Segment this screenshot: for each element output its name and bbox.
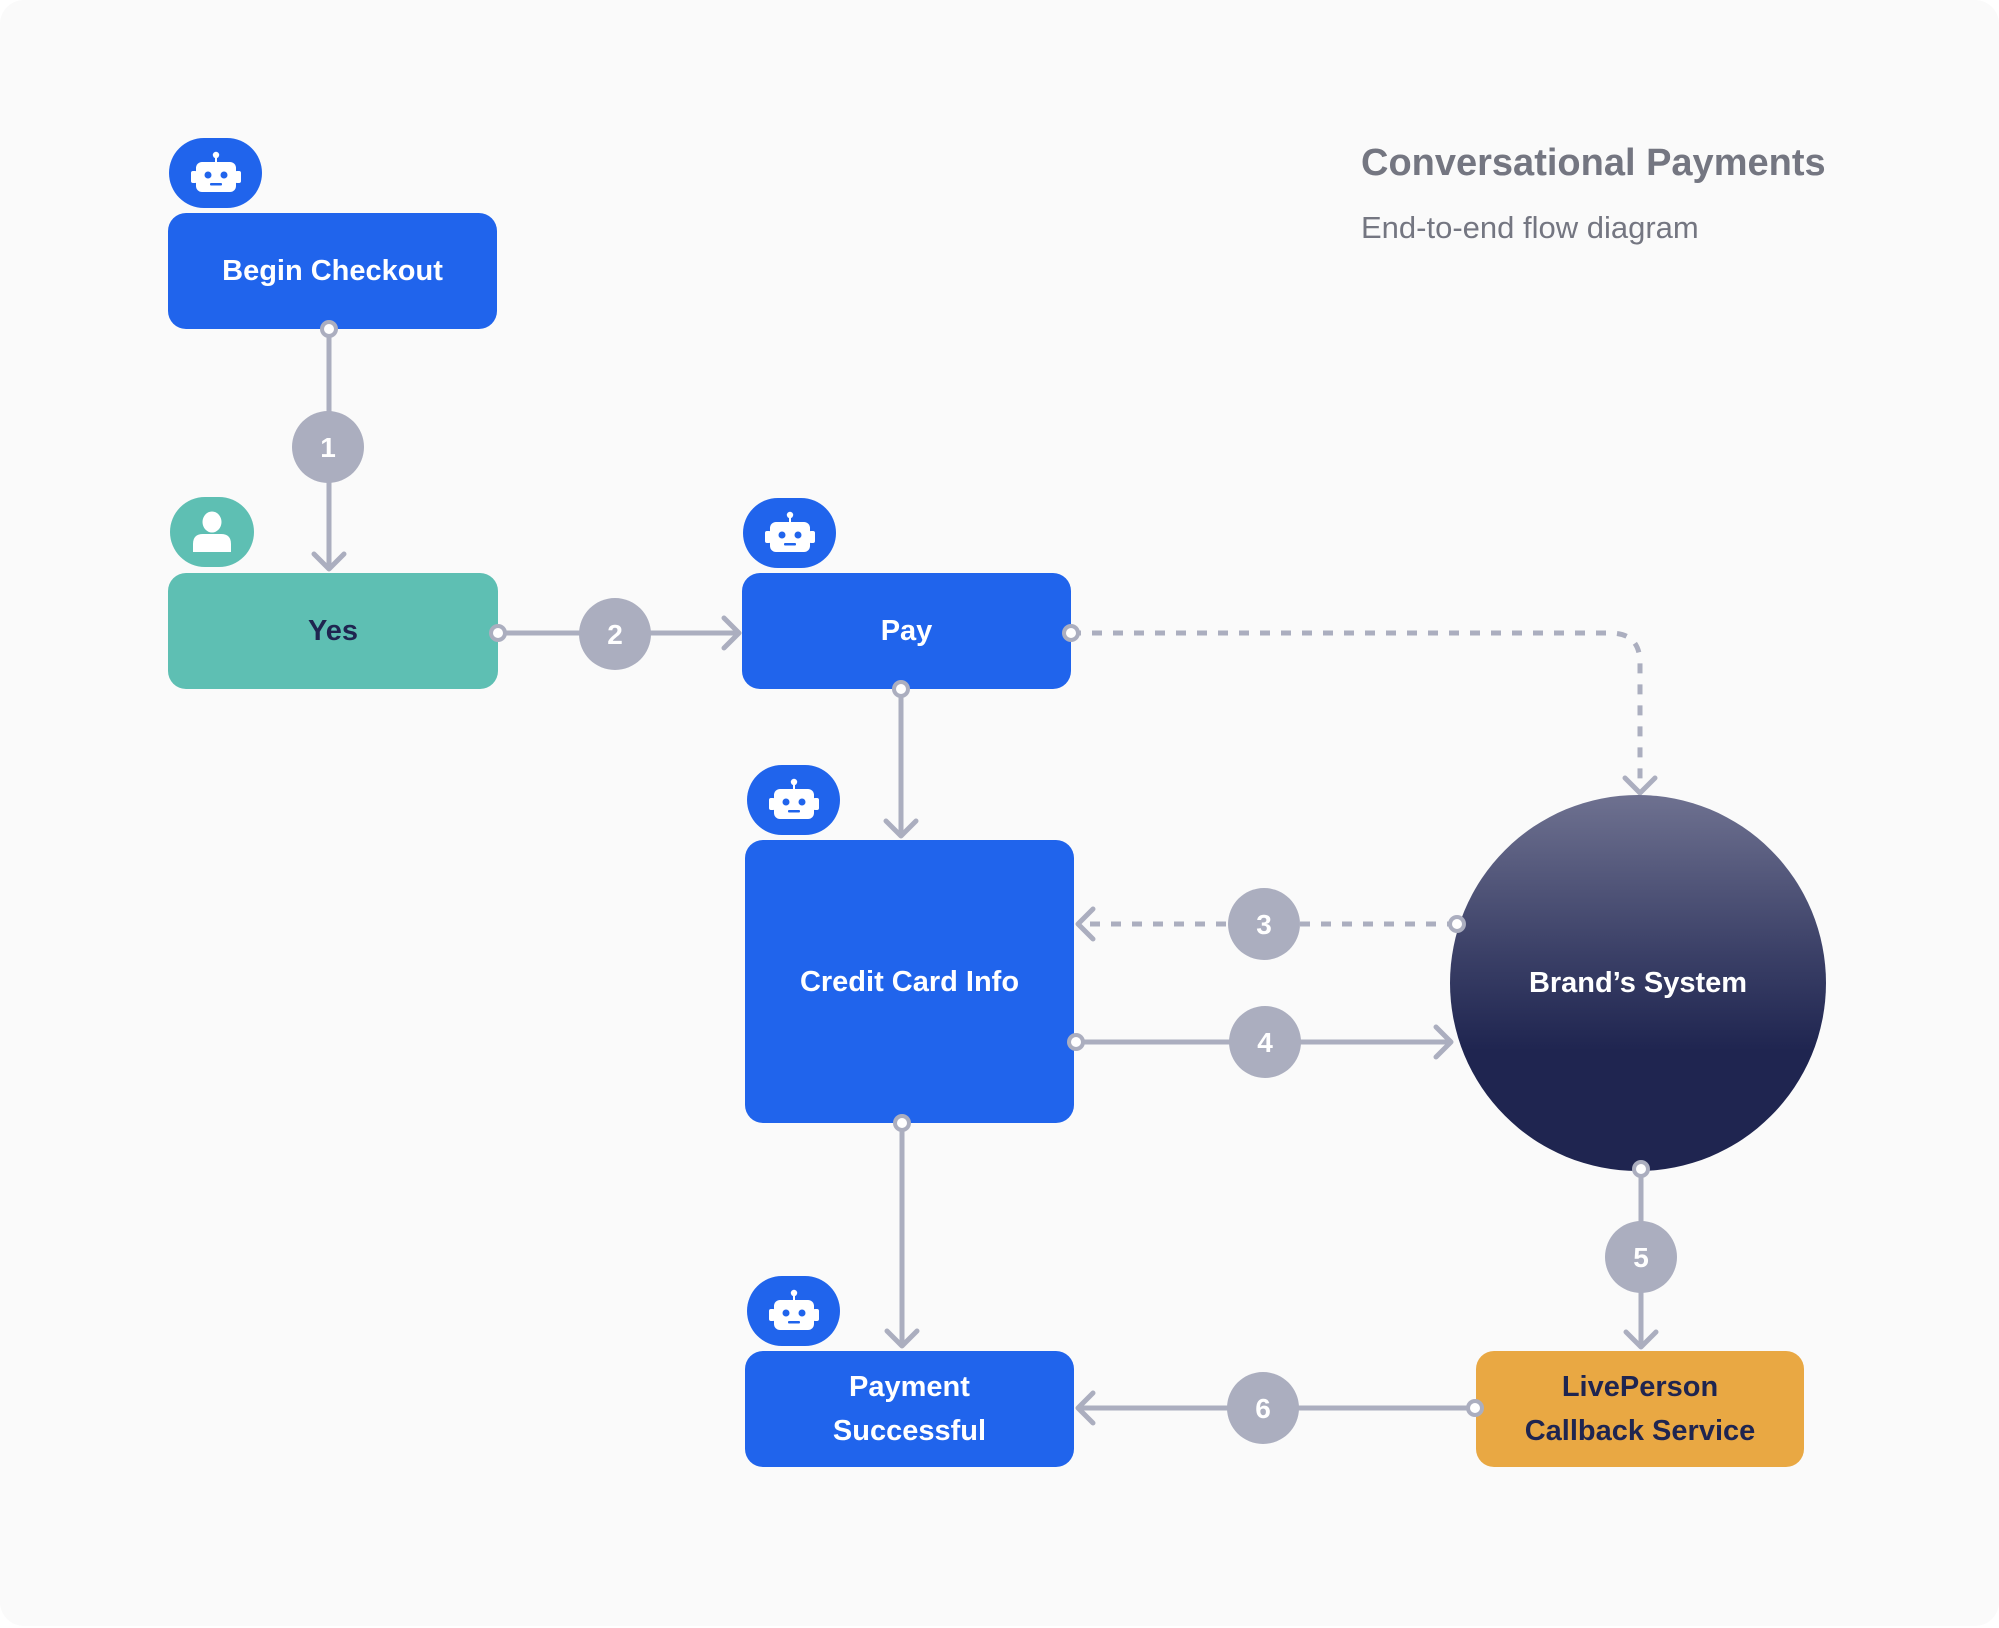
step-badge-2: 2 [579, 598, 651, 670]
node-liveperson-callback-line2: Callback Service [1524, 1415, 1756, 1447]
step-badge-2-label: 2 [607, 619, 623, 650]
step-badge-3-label: 3 [1256, 909, 1272, 940]
bot-avatar-payment-successful [747, 1276, 840, 1346]
edge-pay-brand-dashed [1071, 630, 1643, 788]
step-badge-1-label: 1 [320, 432, 336, 463]
node-liveperson-callback[interactable]: LivePerson Callback Service [1476, 1351, 1804, 1467]
node-payment-successful[interactable]: Payment Successful [745, 1351, 1074, 1467]
bot-avatar-begin-checkout [169, 138, 262, 208]
node-payment-successful-line2: Successful [832, 1415, 987, 1447]
node-yes-label: Yes [308, 615, 358, 647]
step-badge-4-label: 4 [1257, 1027, 1273, 1058]
step-badge-6-label: 6 [1255, 1393, 1271, 1424]
edge-pay-brand-arrowhead [1622, 775, 1658, 796]
node-credit-card-info[interactable]: Credit Card Info [745, 840, 1074, 1123]
user-avatar-yes [170, 497, 254, 567]
node-pay-label: Pay [880, 615, 933, 647]
robot-icon [768, 778, 819, 819]
bot-avatar-credit-card [747, 765, 840, 835]
diagram-title: Conversational Payments [1361, 142, 1826, 184]
step-badge-6: 6 [1227, 1372, 1299, 1444]
step-badge-5: 5 [1605, 1221, 1677, 1293]
node-brands-system-label: Brand’s System [1528, 967, 1748, 999]
robot-icon [190, 151, 241, 192]
robot-icon [764, 511, 815, 552]
diagram-subtitle: End-to-end flow diagram [1361, 210, 1699, 245]
step-badge-1: 1 [292, 411, 364, 483]
step-badge-4: 4 [1229, 1006, 1301, 1078]
node-begin-checkout-label: Begin Checkout [222, 255, 443, 287]
user-icon [193, 511, 231, 552]
bot-avatar-pay [743, 498, 836, 568]
node-credit-card-info-label: Credit Card Info [799, 965, 1020, 998]
node-yes[interactable]: Yes [168, 573, 498, 689]
node-pay[interactable]: Pay [742, 573, 1071, 689]
robot-icon [768, 1289, 819, 1330]
node-payment-successful-line1: Payment [849, 1371, 970, 1403]
node-begin-checkout[interactable]: Begin Checkout [168, 213, 497, 329]
node-brands-system[interactable]: Brand’s System [1450, 795, 1826, 1171]
step-badge-3: 3 [1228, 888, 1300, 960]
node-liveperson-callback-line1: LivePerson [1561, 1371, 1719, 1403]
step-badge-5-label: 5 [1633, 1242, 1649, 1273]
